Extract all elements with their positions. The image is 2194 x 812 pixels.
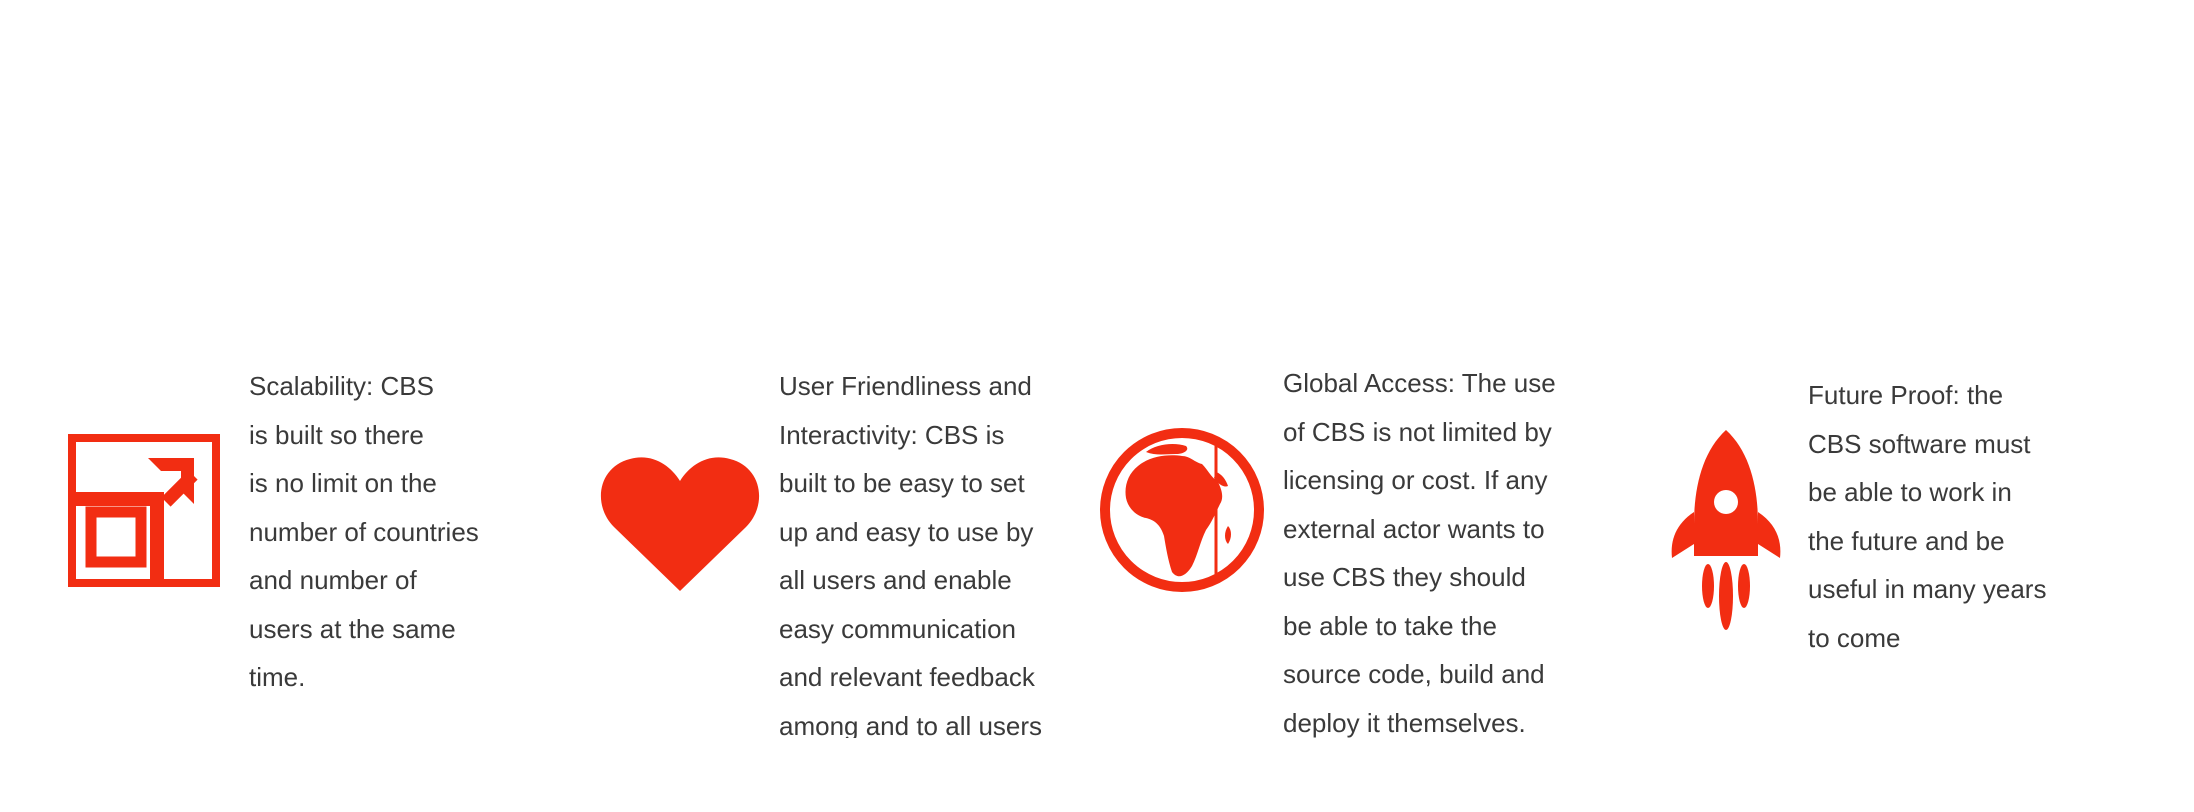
feature-scalability-text: Scalability: CBS is built so there is no… <box>249 371 479 692</box>
expand-arrow-icon <box>68 434 220 587</box>
feature-user-friendliness-text: User Friendliness and Interactivity: CBS… <box>779 371 1043 738</box>
globe-africa-icon <box>1100 428 1264 592</box>
feature-future-proof-text: Future Proof: the CBS software must be a… <box>1808 380 2047 653</box>
heart-icon <box>600 457 760 591</box>
feature-global-access-text: Global Access: The use of CBS is not lim… <box>1283 368 1556 738</box>
rocket-icon <box>1671 430 1781 630</box>
feature-user-friendliness-text-clip: User Friendliness and Interactivity: CBS… <box>779 362 1059 738</box>
